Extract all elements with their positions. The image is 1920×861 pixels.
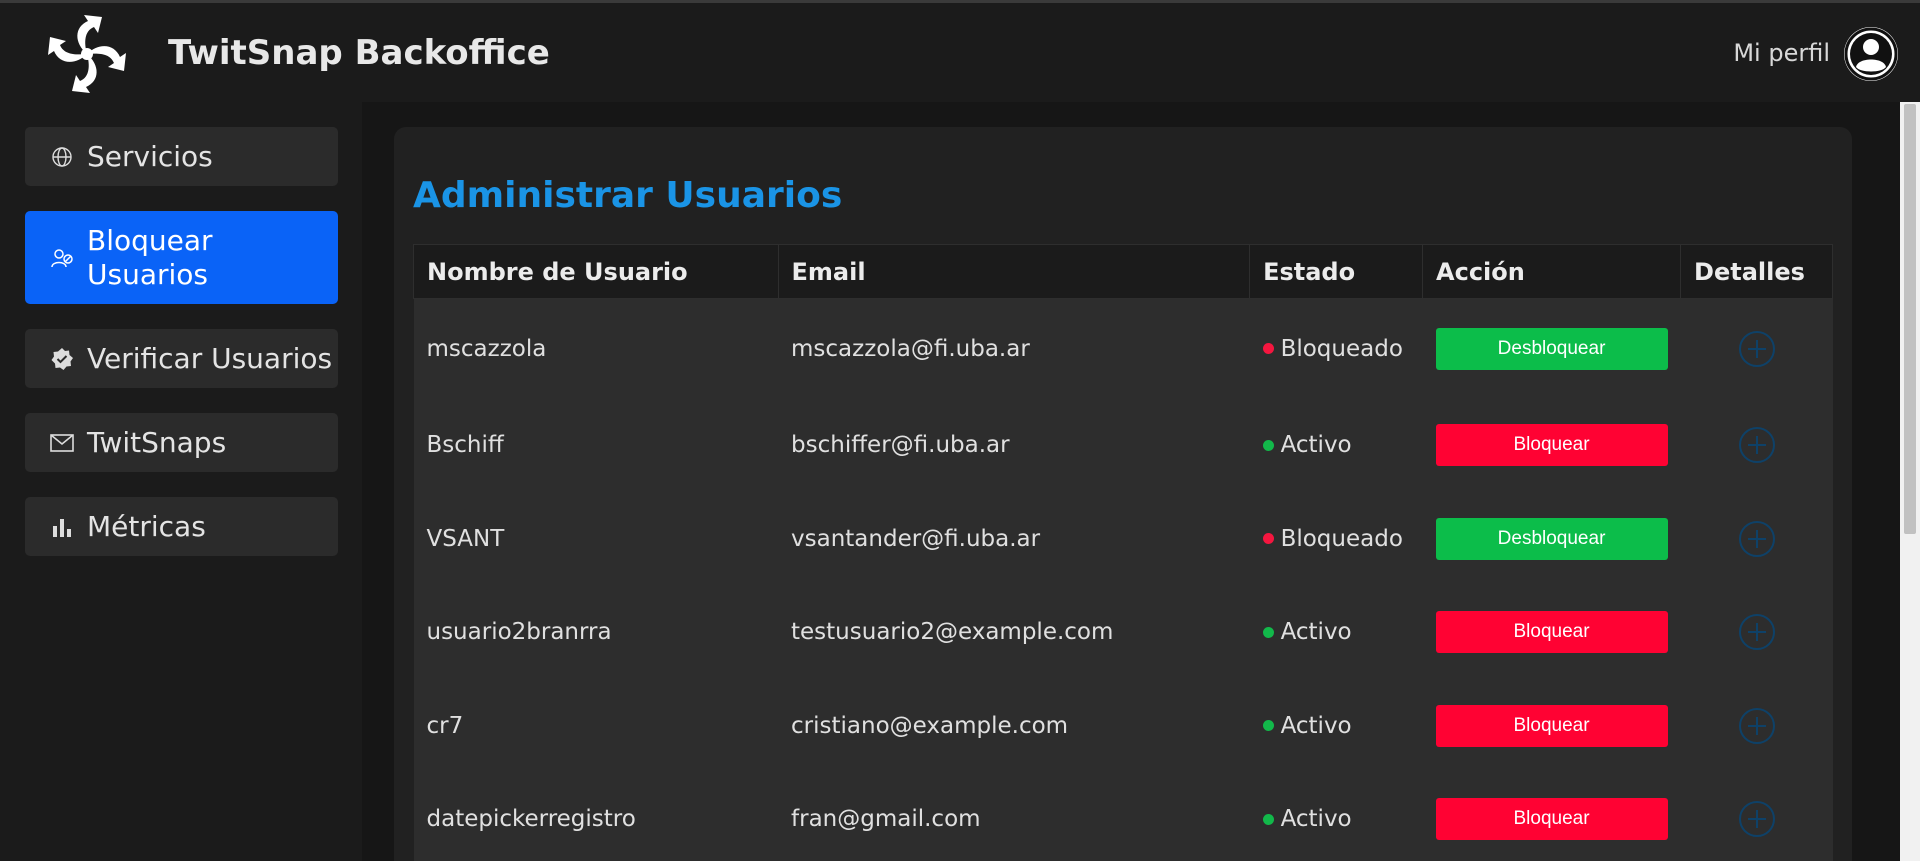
- action-cell: Bloquear: [1422, 398, 1681, 492]
- status-dot: [1262, 813, 1274, 825]
- app-title: TwitSnap Backoffice: [168, 33, 550, 73]
- sidebar-item-label: TwitSnaps: [87, 426, 227, 459]
- status-dot: [1262, 343, 1274, 355]
- email-cell: cristiano@example.com: [778, 679, 1250, 773]
- status-label: Activo: [1280, 712, 1352, 739]
- status-cell: Activo: [1249, 398, 1423, 492]
- action-cell: Desbloquear: [1422, 298, 1681, 399]
- status-dot: [1262, 533, 1274, 545]
- page-scrollbar[interactable]: [1900, 102, 1920, 861]
- table-header-row: Nombre de Usuario Email Estado Acción De…: [413, 244, 1833, 299]
- status-dot: [1262, 720, 1274, 732]
- username-cell: VSANT: [413, 492, 779, 586]
- status-cell: Activo: [1249, 679, 1423, 773]
- sidebar-item-twitsnaps[interactable]: TwitSnaps: [25, 413, 338, 472]
- status-label: Bloqueado: [1280, 525, 1403, 552]
- sidebar-item-bloquear-usuarios[interactable]: Bloquear Usuarios: [25, 211, 338, 304]
- block-button[interactable]: Bloquear: [1435, 424, 1668, 467]
- status-cell: Bloqueado: [1249, 492, 1423, 586]
- email-cell: testusuario2@example.com: [778, 585, 1250, 679]
- action-cell: Desbloquear: [1422, 492, 1681, 586]
- details-cell: [1680, 398, 1833, 492]
- email-cell: fran@gmail.com: [778, 772, 1250, 861]
- column-header-action: Acción: [1422, 244, 1682, 299]
- sidebar: Servicios Bloquear Usuarios Verificar Us…: [0, 102, 362, 861]
- column-header-details: Detalles: [1680, 244, 1833, 299]
- email-cell: mscazzola@fi.uba.ar: [778, 298, 1250, 399]
- verified-badge-icon: [49, 347, 75, 371]
- username-cell: cr7: [413, 679, 779, 773]
- action-cell: Bloquear: [1422, 585, 1681, 679]
- table-row: Bschiff bschiffer@fi.uba.ar Activo Bloqu…: [413, 398, 1833, 492]
- plus-circle-icon[interactable]: [1694, 519, 1820, 559]
- username-cell: mscazzola: [413, 298, 779, 399]
- swirl-logo-icon[interactable]: [44, 13, 130, 95]
- table-row: cr7 cristiano@example.com Activo Bloquea…: [413, 679, 1833, 773]
- table-row: VSANT vsantander@fi.uba.ar Bloqueado Des…: [413, 492, 1833, 586]
- status-cell: Activo: [1249, 772, 1423, 861]
- table-row: usuario2branrra testusuario2@example.com…: [413, 585, 1833, 679]
- sidebar-item-label: Bloquear Usuarios: [87, 223, 213, 291]
- sidebar-item-verificar-usuarios[interactable]: Verificar Usuarios: [25, 329, 338, 388]
- email-cell: bschiffer@fi.uba.ar: [778, 398, 1250, 492]
- block-button[interactable]: Bloquear: [1435, 798, 1668, 841]
- sidebar-item-label: Métricas: [87, 510, 206, 543]
- username-cell: Bschiff: [413, 398, 779, 492]
- users-table: Nombre de Usuario Email Estado Acción De…: [413, 244, 1833, 861]
- unblock-button[interactable]: Desbloquear: [1435, 327, 1668, 370]
- details-cell: [1680, 772, 1833, 861]
- profile-link[interactable]: Mi perfil: [1733, 39, 1830, 67]
- block-button[interactable]: Bloquear: [1435, 704, 1668, 747]
- sidebar-item-label: Servicios: [87, 140, 213, 173]
- column-header-status: Estado: [1249, 244, 1424, 299]
- details-cell: [1680, 679, 1833, 773]
- details-cell: [1680, 492, 1833, 586]
- sidebar-item-label: Verificar Usuarios: [87, 342, 333, 375]
- plus-circle-icon[interactable]: [1694, 425, 1820, 465]
- action-cell: Bloquear: [1422, 679, 1681, 773]
- status-label: Activo: [1280, 806, 1352, 833]
- column-header-email: Email: [777, 244, 1251, 299]
- column-header-username: Nombre de Usuario: [413, 244, 779, 299]
- user-circle-icon[interactable]: [1844, 27, 1898, 81]
- scrollbar-thumb[interactable]: [1904, 104, 1916, 534]
- unblock-button[interactable]: Desbloquear: [1435, 517, 1668, 560]
- top-bar: TwitSnap Backoffice Mi perfil: [0, 0, 1920, 102]
- sidebar-item-metricas[interactable]: Métricas: [25, 497, 338, 556]
- plus-circle-icon[interactable]: [1694, 612, 1820, 652]
- username-cell: datepickerregistro: [413, 772, 779, 861]
- table-row: datepickerregistro fran@gmail.com Activo…: [413, 772, 1833, 861]
- email-cell: vsantander@fi.uba.ar: [778, 492, 1250, 586]
- status-label: Activo: [1280, 432, 1352, 459]
- bar-chart-icon: [49, 516, 75, 538]
- plus-circle-icon[interactable]: [1694, 329, 1820, 369]
- page-title: Administrar Usuarios: [413, 175, 843, 216]
- sidebar-item-servicios[interactable]: Servicios: [25, 127, 338, 186]
- plus-circle-icon[interactable]: [1694, 706, 1820, 746]
- status-cell: Activo: [1249, 585, 1423, 679]
- details-cell: [1680, 585, 1833, 679]
- plus-circle-icon[interactable]: [1694, 799, 1820, 839]
- status-label: Activo: [1280, 619, 1352, 646]
- details-cell: [1680, 298, 1833, 399]
- status-cell: Bloqueado: [1249, 298, 1423, 399]
- username-cell: usuario2branrra: [413, 585, 779, 679]
- user-block-icon: [49, 247, 75, 269]
- block-button[interactable]: Bloquear: [1435, 611, 1668, 654]
- globe-icon: [49, 146, 75, 168]
- status-dot: [1262, 439, 1274, 451]
- action-cell: Bloquear: [1422, 772, 1681, 861]
- status-dot: [1262, 626, 1274, 638]
- envelope-icon: [49, 433, 75, 452]
- status-label: Bloqueado: [1280, 335, 1403, 362]
- table-row: mscazzola mscazzola@fi.uba.ar Bloqueado …: [413, 298, 1833, 399]
